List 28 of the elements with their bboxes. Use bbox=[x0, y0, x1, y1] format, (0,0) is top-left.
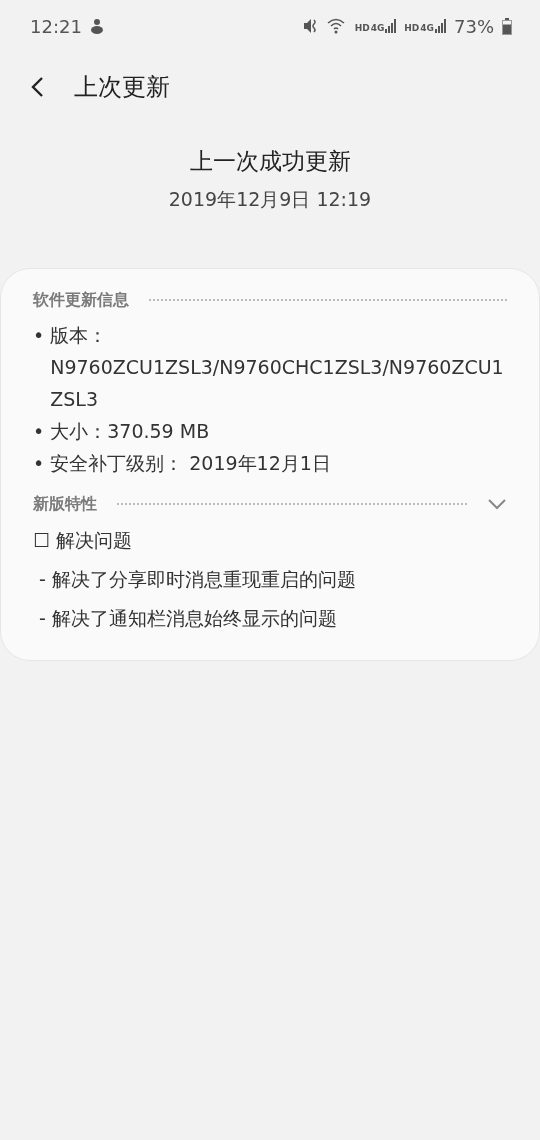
chevron-down-icon[interactable] bbox=[487, 498, 507, 510]
section-title: 软件更新信息 bbox=[33, 289, 129, 311]
bullet: • bbox=[33, 451, 45, 476]
mute-icon bbox=[302, 18, 319, 34]
signal-icon bbox=[385, 19, 397, 33]
hd-label: HD bbox=[354, 24, 370, 33]
info-text: 版本：N9760ZCU1ZSL3/N9760CHC1ZSL3/N9760ZCU1ZSL3 bbox=[50, 323, 505, 412]
section-title: 新版特性 bbox=[33, 493, 97, 515]
bullet: • bbox=[33, 323, 45, 348]
bullet: • bbox=[33, 419, 45, 444]
battery-icon bbox=[502, 17, 512, 35]
info-text: 大小：370.59 MB bbox=[50, 419, 210, 444]
note-text: - 解决了分享即时消息重现重启的问题 bbox=[38, 567, 357, 592]
update-date: 2019年12月9日 12:19 bbox=[168, 187, 372, 212]
network-label: 4G bbox=[420, 24, 434, 33]
status-time: 12:21 bbox=[30, 15, 82, 37]
signal-icon bbox=[435, 19, 446, 33]
update-heading: 上一次成功更新 bbox=[189, 147, 351, 176]
page-title: 上次更新 bbox=[74, 72, 170, 103]
back-icon bbox=[30, 76, 44, 98]
notification-icon bbox=[89, 18, 104, 34]
network-label: 4G bbox=[370, 24, 385, 33]
battery-percent: 73% bbox=[454, 15, 494, 37]
wifi-icon bbox=[326, 18, 347, 34]
info-text: 安全补丁级别： 2019年12月1日 bbox=[50, 451, 331, 476]
note-text: - 解决了通知栏消息始终显示的问题 bbox=[38, 606, 338, 631]
note-text: ☐ 解决问题 bbox=[33, 528, 134, 553]
hd-label: HD bbox=[404, 24, 420, 33]
